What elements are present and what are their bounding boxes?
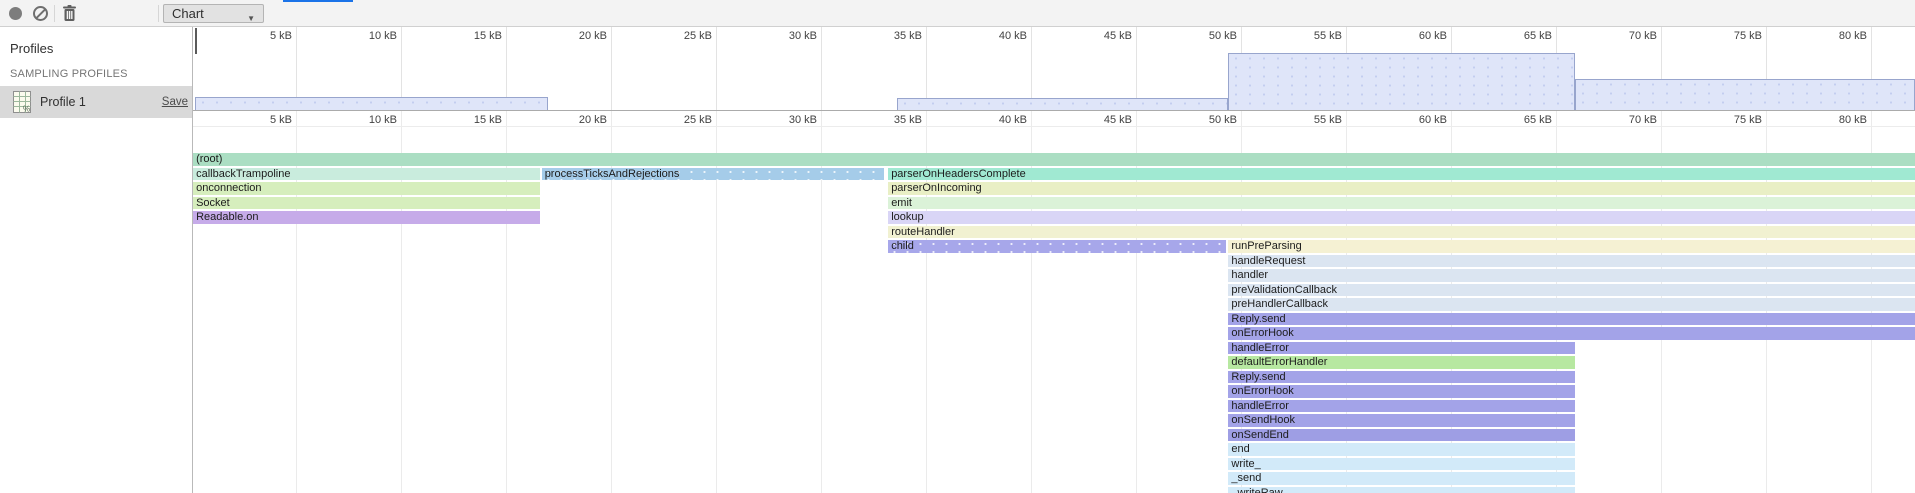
overview-drag-handle[interactable] — [195, 28, 197, 54]
svg-text:%: % — [23, 105, 30, 114]
flame-frame[interactable]: Reply.send — [1228, 371, 1575, 384]
sidebar-item-profile-1[interactable]: % Profile 1 Save — [0, 86, 192, 118]
ruler-tick-label: 45 kB — [1104, 114, 1132, 126]
ruler-tick-label: 30 kB — [789, 114, 817, 126]
profile-name: Profile 1 — [40, 95, 86, 109]
toolbar-separator — [158, 5, 159, 22]
toolbar-separator — [54, 5, 55, 22]
flame-frame[interactable]: _writeRaw — [1228, 487, 1575, 493]
ruler-tick-label: 5 kB — [270, 114, 292, 126]
ruler-tick-label: 75 kB — [1734, 114, 1762, 126]
flame-frame[interactable]: onSendHook — [1228, 414, 1575, 427]
flame-frame[interactable]: routeHandler — [888, 226, 1915, 239]
view-mode-select[interactable]: Chart ▼ — [163, 4, 264, 23]
ruler-tick-label: 50 kB — [1209, 114, 1237, 126]
ruler-tick-label: 40 kB — [999, 114, 1027, 126]
ruler-tick-label: 70 kB — [1629, 114, 1657, 126]
overview-area-segment — [897, 98, 1229, 110]
overview-graph[interactable] — [193, 27, 1915, 111]
flame-frame[interactable]: callbackTrampoline — [193, 168, 540, 181]
flame-frame[interactable]: emit — [888, 197, 1915, 210]
heap-profile-icon: % — [13, 91, 31, 113]
flame-frame[interactable]: Socket — [193, 197, 540, 210]
flame-frame[interactable]: end — [1228, 443, 1575, 456]
flame-frame[interactable]: onErrorHook — [1228, 327, 1915, 340]
flame-frame[interactable]: onconnection — [193, 182, 540, 195]
flame-frame[interactable]: handleRequest — [1228, 255, 1915, 268]
clear-all-icon[interactable] — [33, 6, 48, 21]
sampling-profiles-section-label: SAMPLING PROFILES — [10, 68, 128, 80]
flame-frame[interactable]: onSendEnd — [1228, 429, 1575, 442]
flame-frame[interactable]: handleError — [1228, 342, 1575, 355]
record-icon[interactable] — [9, 7, 22, 20]
flame-frame[interactable]: _send — [1228, 472, 1575, 485]
trash-icon[interactable] — [62, 5, 77, 22]
profiles-sidebar: Profiles SAMPLING PROFILES % Profile 1 S… — [0, 27, 193, 493]
flame-frame[interactable]: preValidationCallback — [1228, 284, 1915, 297]
flame-frame[interactable]: handleError — [1228, 400, 1575, 413]
flame-frame[interactable]: runPreParsing — [1228, 240, 1915, 253]
toolbar: Chart ▼ — [0, 0, 1915, 27]
chevron-down-icon: ▼ — [247, 10, 255, 27]
flame-frame[interactable]: write_ — [1228, 458, 1575, 471]
sidebar-title: Profiles — [10, 41, 53, 56]
flame-frame[interactable]: defaultErrorHandler — [1228, 356, 1575, 369]
flame-frame[interactable]: parserOnHeadersComplete — [888, 168, 1915, 181]
flame-frame[interactable]: processTicksAndRejections — [542, 168, 884, 181]
overview-area-segment — [1228, 53, 1575, 110]
flame-frame[interactable]: Reply.send — [1228, 313, 1915, 326]
ruler-tick-label: 10 kB — [369, 114, 397, 126]
ruler-tick-label: 55 kB — [1314, 114, 1342, 126]
save-profile-link[interactable]: Save — [162, 96, 188, 108]
flame-frame[interactable]: Readable.on — [193, 211, 540, 224]
flame-frame[interactable]: preHandlerCallback — [1228, 298, 1915, 311]
ruler-tick-label: 15 kB — [474, 114, 502, 126]
ruler-tick-label: 35 kB — [894, 114, 922, 126]
view-mode-value: Chart — [172, 6, 204, 21]
ruler-tick-label: 80 kB — [1839, 114, 1867, 126]
flame-frame[interactable]: handler — [1228, 269, 1915, 282]
overview-area-segment — [195, 97, 548, 110]
overview-area-segment — [1575, 79, 1915, 110]
flame-frame[interactable]: onErrorHook — [1228, 385, 1575, 398]
active-tab-indicator — [283, 0, 353, 2]
devtools-memory-panel: Chart ▼ Profiles SAMPLING PROFILES % Pro… — [0, 0, 1915, 493]
flame-frame[interactable]: child — [888, 240, 1226, 253]
flame-frame[interactable]: parserOnIncoming — [888, 182, 1915, 195]
ruler-tick-label: 25 kB — [684, 114, 712, 126]
flame-frame[interactable]: (root) — [193, 153, 1915, 166]
flame-graph: (root) callbackTrampolineprocessTicksAndR… — [193, 126, 1915, 493]
ruler-tick-label: 60 kB — [1419, 114, 1447, 126]
flame-frame[interactable]: lookup — [888, 211, 1915, 224]
ruler-tick-label: 65 kB — [1524, 114, 1552, 126]
ruler-tick-label: 20 kB — [579, 114, 607, 126]
flame-chart-pane: 5 kB 10 kB 15 kB 20 kB 25 kB 30 kB 35 kB 40 kB 4… — [193, 27, 1915, 493]
